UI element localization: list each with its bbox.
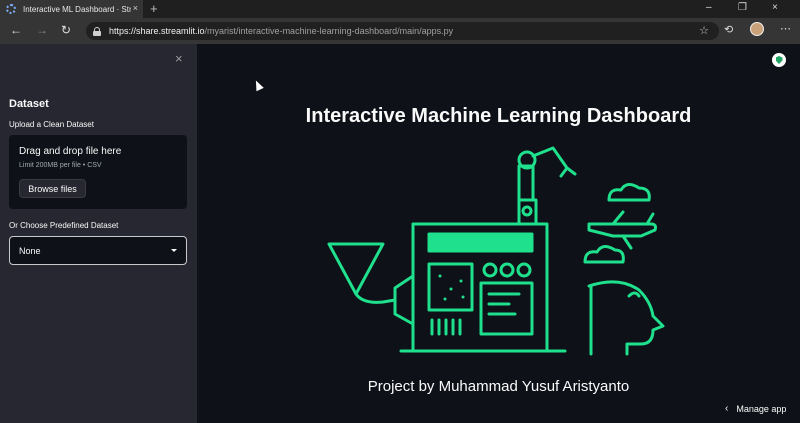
dataset-select[interactable]: None <box>9 236 187 265</box>
sidebar: × Dataset Upload a Clean Dataset Drag an… <box>0 44 197 423</box>
head-profile-icon <box>587 280 665 356</box>
dropzone-title: Drag and drop file here <box>19 146 122 157</box>
machine-panel <box>479 281 534 336</box>
tab-close-icon[interactable]: × <box>133 3 138 13</box>
shield-icon[interactable] <box>772 53 786 67</box>
sidebar-heading: Dataset <box>9 98 49 110</box>
streamlit-favicon-icon <box>6 4 16 14</box>
chevron-left-icon: ‹ <box>725 403 729 414</box>
page-title: Interactive Machine Learning Dashboard <box>305 105 692 127</box>
project-credit: Project by Muhammad Yusuf Aristyanto <box>367 378 630 395</box>
intake-cone <box>393 274 415 326</box>
reload-icon[interactable]: ↻ <box>61 23 71 37</box>
url-host: https://share.streamlit.io <box>109 26 205 36</box>
manage-app-button[interactable]: ‹ Manage app <box>725 403 786 414</box>
gear-icon <box>482 262 498 278</box>
predefined-dataset-label: Or Choose Predefined Dataset <box>9 221 119 230</box>
address-bar[interactable]: https://share.streamlit.io /myarist/inte… <box>86 22 719 40</box>
browser-tab[interactable]: Interactive ML Dashboard · Streamlit × <box>0 0 143 18</box>
manage-app-label: Manage app <box>736 403 787 414</box>
gear-icon <box>516 262 532 278</box>
browse-files-button[interactable]: Browse files <box>19 179 86 198</box>
arm-upper <box>531 146 569 170</box>
new-tab-icon[interactable]: + <box>150 1 158 16</box>
close-window-icon[interactable]: × <box>772 2 778 13</box>
file-uploader-dropzone[interactable]: Drag and drop file here Limit 200MB per … <box>9 135 187 209</box>
back-icon[interactable]: ← <box>10 23 22 37</box>
airplane-icon <box>587 222 657 238</box>
ml-factory-illustration <box>327 146 665 356</box>
browser-tab-bar: Interactive ML Dashboard · Streamlit × +… <box>0 0 800 18</box>
maximize-icon[interactable]: ❐ <box>738 2 747 13</box>
dataset-select-value: None <box>19 245 41 256</box>
lock-icon <box>93 26 101 36</box>
upload-label: Upload a Clean Dataset <box>9 120 94 129</box>
arm-base <box>517 198 538 226</box>
bookmark-star-icon[interactable]: ☆ <box>699 24 709 37</box>
cloud-icon <box>607 183 651 202</box>
url-path: /myarist/interactive-machine-learning-da… <box>204 26 454 36</box>
arm-segment <box>517 164 535 202</box>
avatar[interactable] <box>750 22 764 36</box>
dropzone-limit: Limit 200MB per file • CSV <box>19 162 102 169</box>
gear-icon <box>499 262 515 278</box>
funnel-tube <box>354 292 397 304</box>
browser-menu-icon[interactable]: ⋯ <box>780 22 791 35</box>
main-content: Interactive Machine Learning Dashboard P… <box>197 44 800 423</box>
caret-down-icon <box>171 249 177 252</box>
tab-title: Interactive ML Dashboard · Streamlit <box>23 4 131 14</box>
browser-toolbar: ← → ↻ https://share.streamlit.io /myaris… <box>0 18 800 44</box>
sidebar-close-icon[interactable]: × <box>175 51 183 66</box>
forward-icon[interactable]: → <box>36 23 48 37</box>
funnel-shape <box>327 242 385 296</box>
machine-window <box>427 262 474 312</box>
cloud-icon <box>583 245 625 264</box>
machine-display-bar <box>427 232 534 253</box>
minimize-icon[interactable]: – <box>706 2 712 13</box>
extensions-icon[interactable]: ⟲ <box>724 23 733 36</box>
mouse-cursor-icon <box>252 78 264 92</box>
